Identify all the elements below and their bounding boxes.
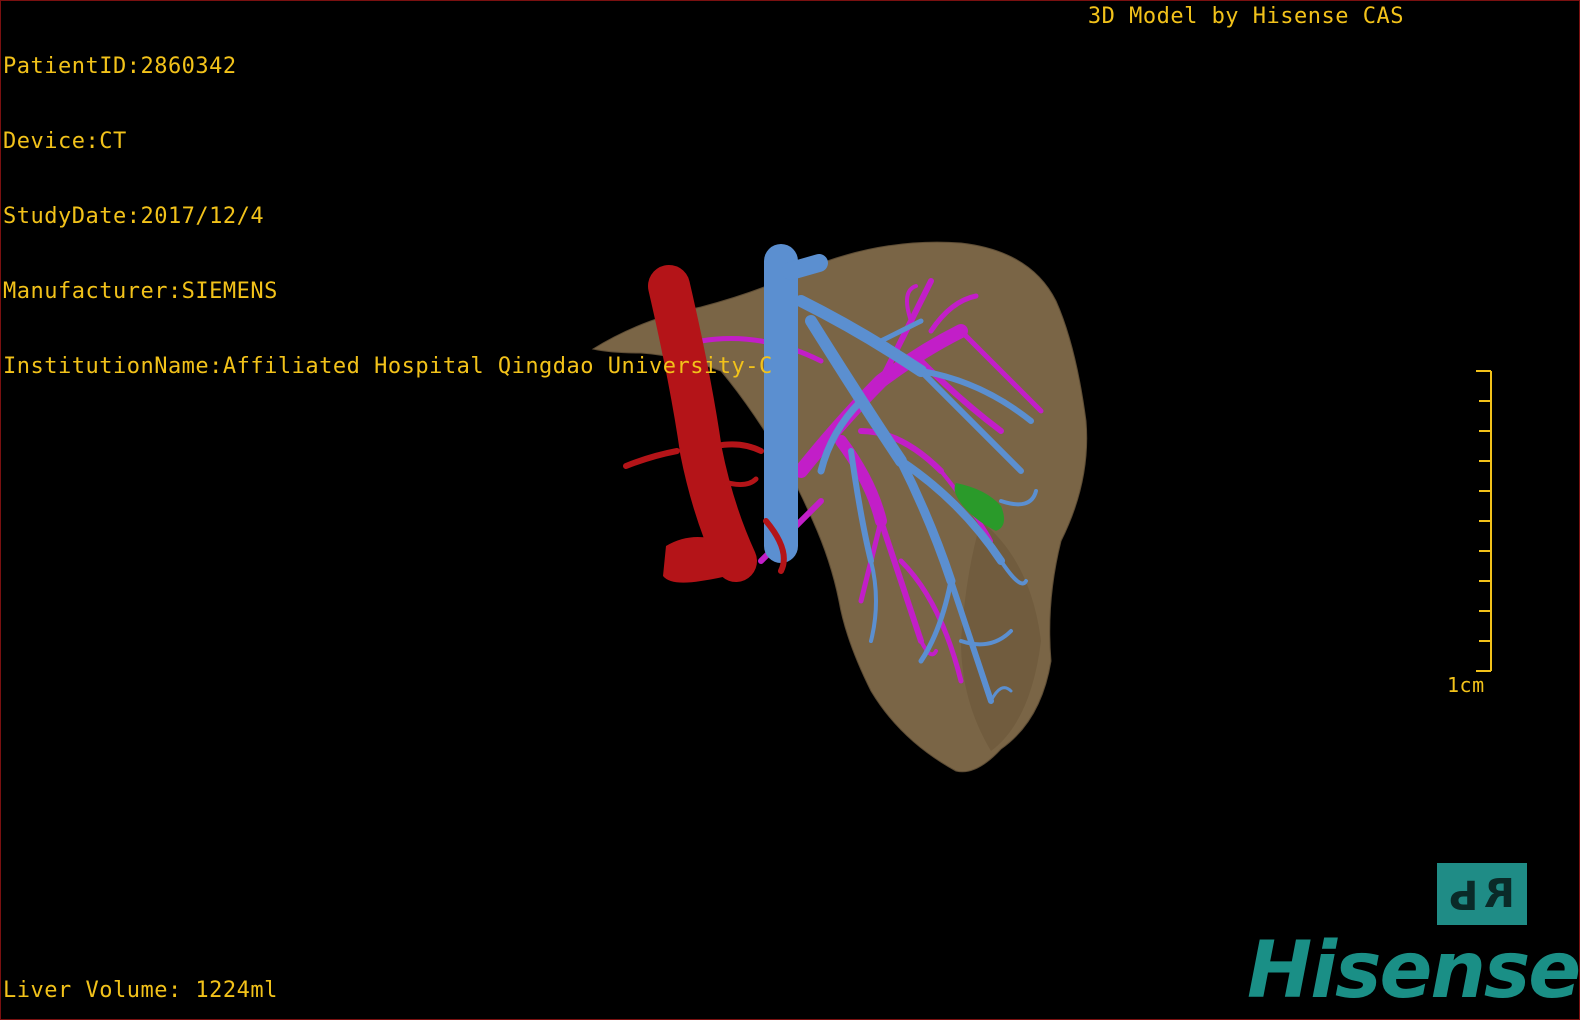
orientation-label-right: R	[1484, 871, 1516, 917]
patient-id: PatientID:2860342	[3, 54, 237, 79]
3d-viewport[interactable]: PatientID:2860342 Device:CT StudyDate:20…	[0, 0, 1580, 1020]
orientation-label-left: P	[1448, 871, 1479, 917]
scale-bar	[1476, 370, 1492, 672]
dicom-info: PatientID:2860342 Device:CT StudyDate:20…	[3, 4, 773, 429]
orientation-cube[interactable]: P R	[1437, 863, 1527, 925]
model-caption: 3D Model by Hisense CAS	[1087, 4, 1404, 29]
liver-volume: Liver Volume: 1224ml	[3, 978, 278, 1003]
hisense-logo: Hisense	[1247, 926, 1580, 1016]
device: Device:CT	[3, 129, 127, 154]
scale-bar-label: 1cm	[1447, 673, 1485, 697]
manufacturer: Manufacturer:SIEMENS	[3, 279, 278, 304]
study-date: StudyDate:2017/12/4	[3, 204, 265, 229]
institution-name: InstitutionName:Affiliated Hospital Qing…	[3, 354, 773, 379]
